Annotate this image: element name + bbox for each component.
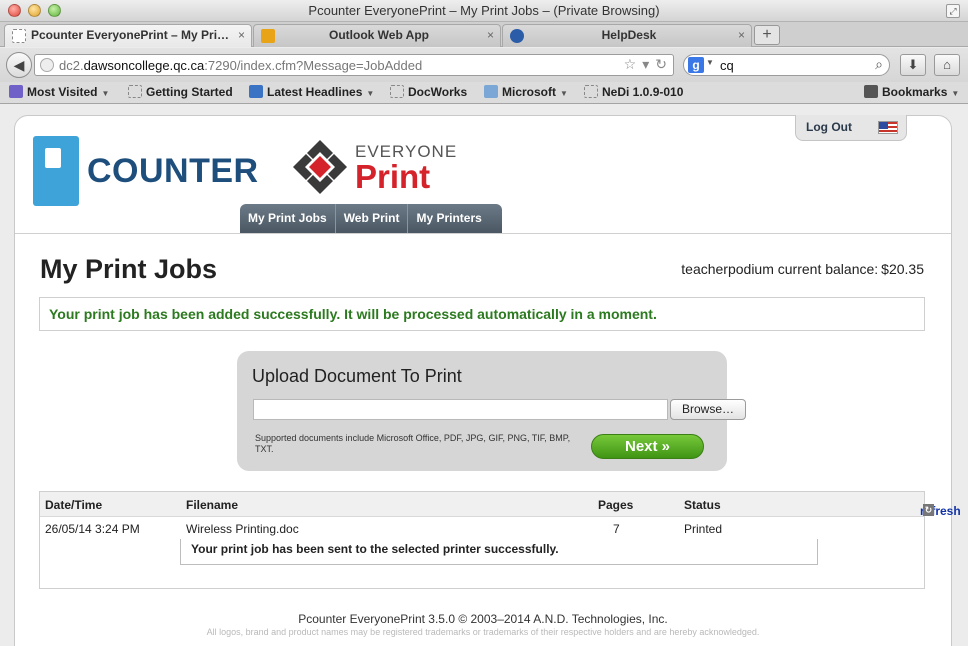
footer-trademark-note: All logos, brand and product names may b…	[206, 627, 760, 637]
table-row[interactable]: 26/05/14 3:24 PM Wireless Printing.doc 7…	[40, 518, 924, 540]
bookmark-most-visited[interactable]: Most Visited ▼	[9, 85, 109, 99]
tab-label: Pcounter EveryonePrint – My Pri…	[31, 28, 230, 42]
navigation-toolbar: ◀ dc2.dawsoncollege.qc.ca:7290/index.cfm…	[0, 48, 968, 82]
supported-formats-note: Supported documents include Microsoft Of…	[255, 433, 571, 454]
nav-web-print[interactable]: Web Print	[336, 204, 409, 233]
close-tab-icon[interactable]: ×	[487, 25, 494, 46]
tab-label: Outlook Web App	[329, 28, 429, 42]
balance-text: teacherpodium current balance: $20.35	[678, 261, 924, 277]
search-bar[interactable]: g ▼ cq ⌕	[683, 54, 890, 76]
tab-outlook[interactable]: Outlook Web App ×	[253, 24, 501, 47]
job-pages: 7	[613, 522, 620, 536]
folder-icon	[484, 85, 498, 98]
bookmark-nedi[interactable]: NeDi 1.0.9-010	[584, 85, 683, 99]
address-bar[interactable]: dc2.dawsoncollege.qc.ca:7290/index.cfm?M…	[34, 54, 674, 76]
globe-icon	[40, 58, 54, 72]
next-button[interactable]: Next »	[591, 434, 704, 459]
google-icon[interactable]: g	[688, 57, 704, 73]
reload-icon[interactable]: ↻	[655, 56, 667, 72]
chevron-down-icon[interactable]: ▼	[706, 58, 714, 67]
close-window-button[interactable]	[8, 4, 21, 17]
bookmarks-menu[interactable]: Bookmarks ▼	[864, 85, 959, 99]
page-container: COUNTER EVERYONE Print Log Out My Print …	[14, 115, 961, 646]
outlook-icon	[261, 29, 275, 43]
tab-label: HelpDesk	[601, 28, 657, 42]
bookmark-latest-headlines[interactable]: Latest Headlines ▼	[249, 85, 374, 99]
browse-button[interactable]: Browse…	[670, 399, 746, 420]
new-tab-button[interactable]: +	[754, 25, 780, 45]
tab-helpdesk[interactable]: HelpDesk ×	[502, 24, 752, 47]
history-dropdown-icon[interactable]: ▾	[642, 56, 649, 72]
rss-icon	[249, 85, 263, 98]
page-icon	[584, 85, 598, 98]
pcounter-logo: COUNTER	[33, 136, 258, 208]
footer-copyright: Pcounter EveryonePrint 3.5.0 © 2003–2014…	[298, 612, 668, 626]
table-header: Date/Time Filename Pages Status refresh ↻	[40, 492, 961, 518]
home-button[interactable]: ⌂	[934, 54, 960, 76]
us-flag-icon[interactable]	[878, 121, 898, 134]
page-icon	[12, 29, 26, 43]
logout-panel: Log Out	[795, 115, 907, 141]
tab-strip: Pcounter EveryonePrint – My Pri… × Outlo…	[0, 22, 968, 47]
nav-my-printers[interactable]: My Printers	[408, 204, 501, 233]
gear-icon	[9, 85, 23, 98]
everyoneprint-logo: EVERYONE Print	[291, 138, 461, 198]
logout-link[interactable]: Log Out	[806, 120, 852, 134]
print-jobs-table: Date/Time Filename Pages Status refresh ↻…	[39, 491, 961, 589]
downloads-button[interactable]: ⬇	[900, 54, 926, 76]
bookmark-getting-started[interactable]: Getting Started	[128, 85, 233, 99]
search-icon[interactable]: ⌕	[875, 56, 883, 73]
job-datetime: 26/05/14 3:24 PM	[45, 522, 140, 536]
tab-pcounter[interactable]: Pcounter EveryonePrint – My Pri… ×	[4, 24, 252, 47]
column-header-status: Status	[684, 498, 721, 512]
page-icon	[390, 85, 404, 98]
address-text: dc2.dawsoncollege.qc.ca:7290/index.cfm?M…	[59, 58, 423, 73]
balance-label: teacherpodium current balance:	[681, 261, 879, 277]
column-header-pages: Pages	[598, 498, 634, 512]
bookmark-docworks[interactable]: DocWorks	[390, 85, 467, 99]
refresh-icon[interactable]: ↻	[923, 504, 934, 516]
print-wordmark: Print	[355, 158, 431, 195]
star-icon	[864, 85, 878, 98]
window-titlebar: Pcounter EveryonePrint – My Print Jobs –…	[0, 0, 968, 22]
page-viewport: COUNTER EVERYONE Print Log Out My Print …	[0, 105, 968, 646]
job-detail-message: Your print job has been sent to the sele…	[180, 539, 818, 565]
job-status: Printed	[684, 522, 723, 536]
main-navigation: My Print Jobs Web Print My Printers	[240, 204, 502, 233]
job-filename: Wireless Printing.doc	[186, 522, 299, 536]
bookmarks-toolbar: Most Visited ▼ Getting Started Latest Hea…	[0, 82, 968, 104]
zoom-window-button[interactable]	[48, 4, 61, 17]
nav-my-print-jobs[interactable]: My Print Jobs	[240, 204, 336, 233]
close-tab-icon[interactable]: ×	[238, 25, 245, 46]
bookmark-star-icon[interactable]: ☆	[624, 56, 637, 72]
helpdesk-icon	[510, 29, 524, 43]
everyoneprint-mark-icon	[293, 140, 347, 194]
column-header-datetime: Date/Time	[45, 498, 103, 512]
file-path-input[interactable]	[253, 399, 668, 420]
bookmark-microsoft[interactable]: Microsoft ▼	[484, 85, 568, 99]
window-title: Pcounter EveryonePrint – My Print Jobs –…	[308, 3, 660, 18]
column-header-filename: Filename	[186, 498, 239, 512]
close-tab-icon[interactable]: ×	[738, 25, 745, 46]
upload-title: Upload Document To Print	[252, 366, 462, 386]
pcounter-wordmark: COUNTER	[87, 152, 259, 190]
balance-value: $20.35	[881, 261, 924, 277]
upload-panel: Upload Document To Print Browse… Support…	[237, 351, 746, 471]
search-input[interactable]: cq	[720, 58, 734, 73]
success-message: Your print job has been added successful…	[39, 297, 925, 331]
back-button[interactable]: ◀	[6, 52, 32, 78]
page-title: My Print Jobs	[40, 254, 218, 284]
pcounter-p-icon	[33, 136, 79, 206]
minimize-window-button[interactable]	[28, 4, 41, 17]
nav-divider	[15, 233, 951, 234]
fullscreen-icon[interactable]: ⤢	[946, 4, 960, 18]
page-icon	[128, 85, 142, 98]
